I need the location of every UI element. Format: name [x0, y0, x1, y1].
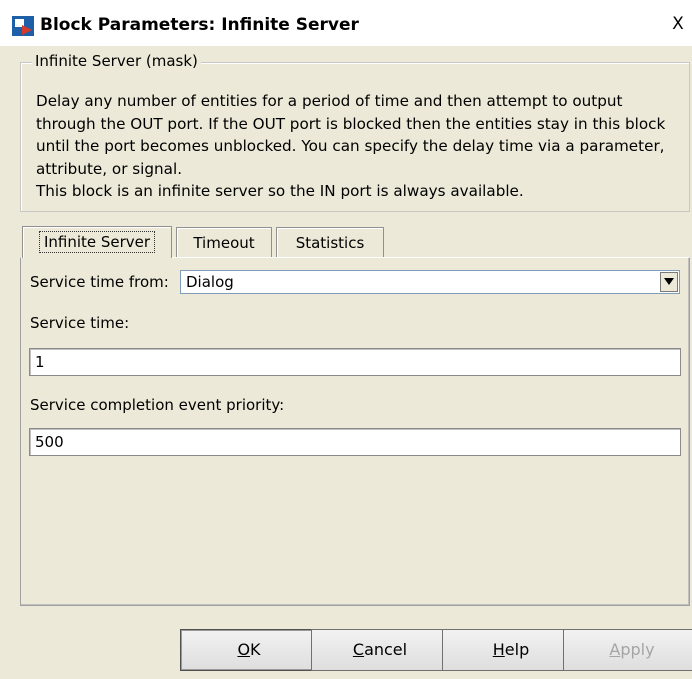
tab-statistics[interactable]: Statistics [276, 227, 384, 258]
apply-label-rest: pply [620, 640, 655, 659]
description-line: This block is an infinite server so the … [36, 182, 524, 200]
tab-label: Infinite Server [38, 231, 156, 253]
cancel-label-rest: ancel [364, 640, 408, 659]
service-time-from-label: Service time from: [30, 273, 169, 291]
help-button[interactable]: Help [442, 629, 580, 671]
apply-button: Apply [563, 629, 692, 671]
service-time-label: Service time: [30, 314, 130, 332]
window-title: Block Parameters: Infinite Server [40, 15, 359, 35]
tab-timeout[interactable]: Timeout [176, 227, 272, 258]
apply-mnemonic: A [609, 640, 621, 659]
service-time-value: 1 [35, 353, 45, 371]
cancel-mnemonic: C [352, 640, 365, 659]
description-line: until the port becomes unblocked. You ca… [36, 137, 665, 155]
close-icon[interactable]: X [668, 14, 688, 34]
description-line: attribute, or signal. [36, 159, 183, 178]
help-label-rest: elp [504, 640, 530, 659]
tab-infinite-server[interactable]: Infinite Server [22, 226, 172, 258]
description-line: Delay any number of entities for a perio… [36, 92, 623, 110]
priority-field[interactable]: 500 [29, 428, 681, 456]
title-bar[interactable]: Block Parameters: Infinite Server X [0, 0, 692, 46]
priority-value: 500 [35, 433, 64, 451]
service-time-from-select[interactable]: Dialog [180, 270, 680, 294]
cancel-button[interactable]: Cancel [311, 629, 449, 671]
tab-label: Statistics [295, 234, 365, 252]
selected-value: Dialog [186, 273, 234, 291]
tab-label: Timeout [193, 234, 255, 252]
service-time-field[interactable]: 1 [29, 348, 681, 376]
simulink-block-icon [12, 16, 34, 36]
ok-mnemonic: O [237, 640, 251, 659]
mask-description: Delay any number of entities for a perio… [36, 90, 686, 203]
description-line: through the OUT port. If the OUT port is… [36, 114, 666, 133]
priority-label: Service completion event priority: [30, 396, 285, 414]
mask-group-title: Infinite Server (mask) [32, 52, 201, 70]
ok-button[interactable]: OK [180, 629, 318, 671]
ok-label-rest: K [250, 640, 261, 659]
help-mnemonic: H [492, 640, 505, 659]
chevron-down-icon[interactable] [660, 272, 678, 292]
